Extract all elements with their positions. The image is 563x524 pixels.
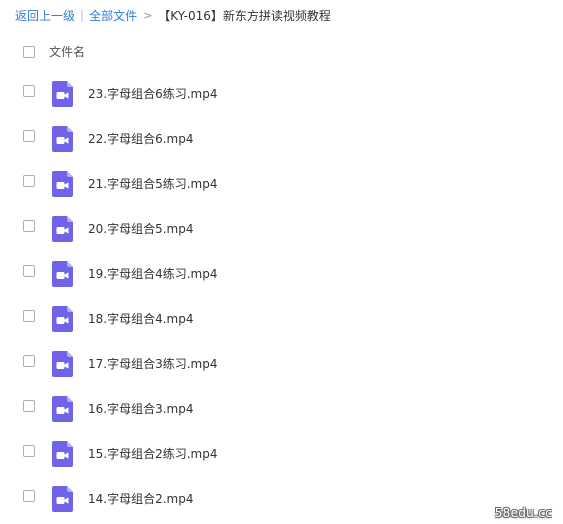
watermark: 58edu.cc — [494, 506, 552, 520]
video-file-icon — [52, 351, 73, 377]
breadcrumb-separator: | — [80, 8, 85, 22]
file-row-7[interactable]: 17.字母组合3练习.mp4 — [0, 348, 563, 393]
file-checkbox[interactable] — [23, 130, 35, 142]
file-list: 23.字母组合6练习.mp4 22.字母组合6.mp4 21.字母组合5练习.m… — [0, 78, 563, 524]
video-file-icon — [52, 441, 73, 467]
breadcrumb-arrow-icon: > — [143, 8, 153, 22]
file-browser: 返回上一级 | 全部文件 > 【KY-016】新东方拼读视频教程 文件名 23.… — [0, 0, 563, 524]
file-name[interactable]: 20.字母组合5.mp4 — [88, 220, 193, 237]
file-row-5[interactable]: 19.字母组合4练习.mp4 — [0, 258, 563, 303]
file-name[interactable]: 22.字母组合6.mp4 — [88, 130, 193, 147]
file-name[interactable]: 14.字母组合2.mp4 — [88, 490, 193, 507]
video-file-icon — [52, 81, 73, 107]
file-row-2[interactable]: 22.字母组合6.mp4 — [0, 123, 563, 168]
file-checkbox[interactable] — [23, 400, 35, 412]
file-checkbox[interactable] — [23, 175, 35, 187]
list-header: 文件名 — [0, 40, 563, 64]
column-header-filename[interactable]: 文件名 — [49, 43, 85, 60]
file-name[interactable]: 17.字母组合3练习.mp4 — [88, 355, 217, 372]
file-checkbox[interactable] — [23, 445, 35, 457]
file-row-8[interactable]: 16.字母组合3.mp4 — [0, 393, 563, 438]
file-name[interactable]: 16.字母组合3.mp4 — [88, 400, 193, 417]
file-checkbox[interactable] — [23, 220, 35, 232]
video-file-icon — [52, 171, 73, 197]
video-file-icon — [52, 306, 73, 332]
current-folder-name: 【KY-016】新东方拼读视频教程 — [158, 8, 331, 23]
video-file-icon — [52, 126, 73, 152]
file-row-4[interactable]: 20.字母组合5.mp4 — [0, 213, 563, 258]
file-row-10[interactable]: 14.字母组合2.mp4 — [0, 483, 563, 524]
file-name[interactable]: 19.字母组合4练习.mp4 — [88, 265, 217, 282]
file-row-1[interactable]: 23.字母组合6练习.mp4 — [0, 78, 563, 123]
file-checkbox[interactable] — [23, 490, 35, 502]
file-row-3[interactable]: 21.字母组合5练习.mp4 — [0, 168, 563, 213]
file-name[interactable]: 18.字母组合4.mp4 — [88, 310, 193, 327]
file-name[interactable]: 15.字母组合2练习.mp4 — [88, 445, 217, 462]
file-checkbox[interactable] — [23, 85, 35, 97]
file-checkbox[interactable] — [23, 265, 35, 277]
file-checkbox[interactable] — [23, 355, 35, 367]
back-link[interactable]: 返回上一级 — [15, 7, 75, 24]
file-name[interactable]: 23.字母组合6练习.mp4 — [88, 85, 217, 102]
video-file-icon — [52, 486, 73, 512]
file-row-9[interactable]: 15.字母组合2练习.mp4 — [0, 438, 563, 483]
breadcrumb: 返回上一级 | 全部文件 > 【KY-016】新东方拼读视频教程 — [15, 5, 331, 25]
video-file-icon — [52, 396, 73, 422]
file-name[interactable]: 21.字母组合5练习.mp4 — [88, 175, 217, 192]
video-file-icon — [52, 216, 73, 242]
file-row-6[interactable]: 18.字母组合4.mp4 — [0, 303, 563, 348]
file-checkbox[interactable] — [23, 310, 35, 322]
all-files-link[interactable]: 全部文件 — [89, 7, 137, 24]
select-all-checkbox[interactable] — [23, 46, 35, 58]
video-file-icon — [52, 261, 73, 287]
